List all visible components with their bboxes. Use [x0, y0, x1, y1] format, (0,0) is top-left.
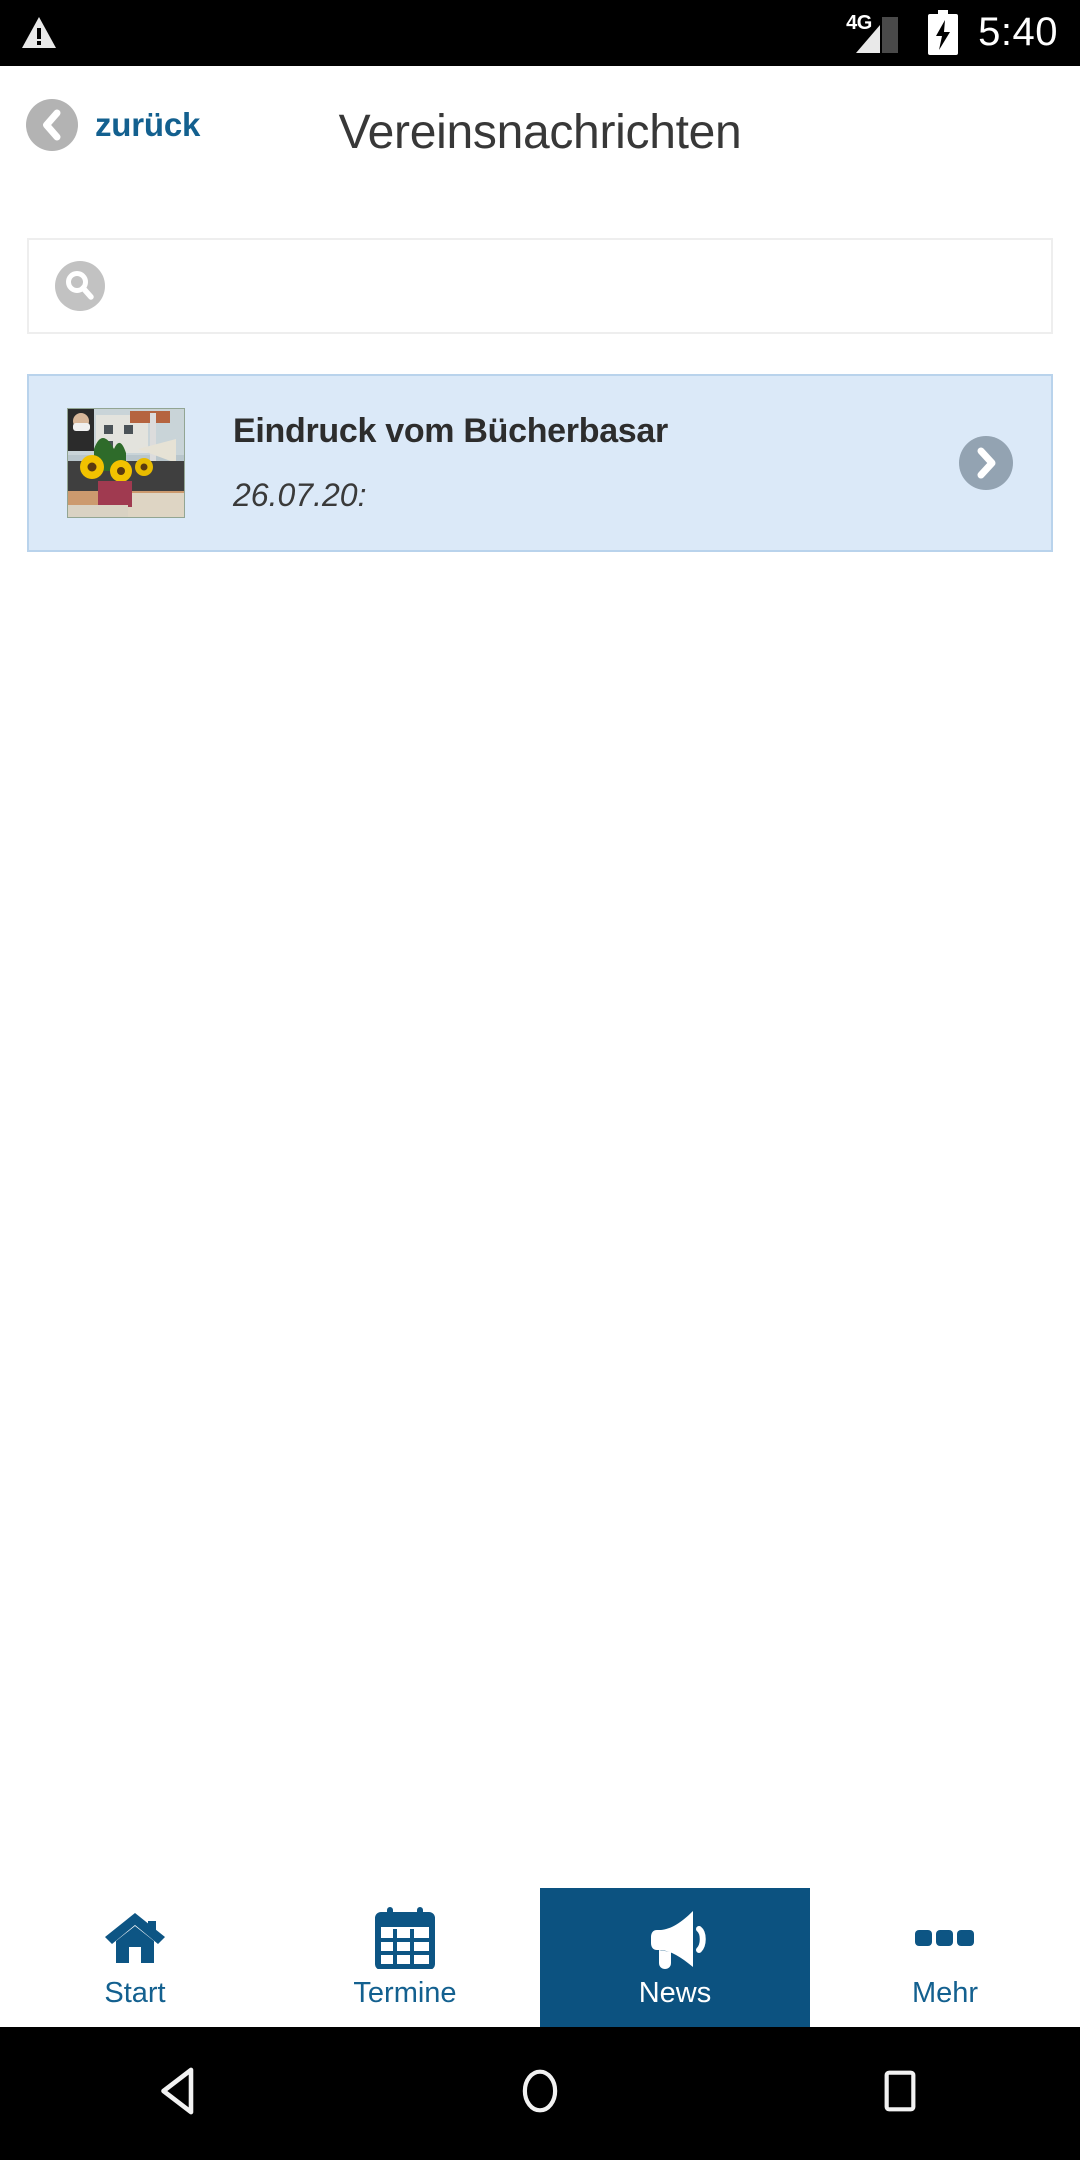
- tab-news-label: News: [638, 1977, 712, 2009]
- news-item-date: 26.07.20:: [233, 477, 367, 514]
- chevron-right-icon[interactable]: [959, 436, 1013, 490]
- news-list: Eindruck vom Bücherbasar 26.07.20:: [0, 374, 1080, 552]
- status-bar: 4G 5:40: [0, 0, 1080, 66]
- news-item-title: Eindruck vom Bücherbasar: [233, 412, 668, 451]
- news-list-item[interactable]: Eindruck vom Bücherbasar 26.07.20:: [27, 374, 1053, 552]
- battery-charging-icon: [926, 10, 960, 56]
- square-recents-icon: [880, 2069, 920, 2118]
- circle-home-icon: [519, 2067, 561, 2120]
- tab-start[interactable]: Start: [0, 1888, 270, 2027]
- tab-mehr-label: Mehr: [911, 1977, 979, 2009]
- triangle-back-icon: [158, 2066, 202, 2121]
- tab-termine-label: Termine: [353, 1977, 457, 2009]
- search-bar[interactable]: [27, 238, 1053, 334]
- tab-news[interactable]: News: [540, 1888, 810, 2027]
- android-navigation-bar: [0, 2027, 1080, 2160]
- tab-start-label: Start: [104, 1977, 166, 2009]
- back-button-label: zurück: [95, 106, 201, 143]
- status-bar-left: [20, 15, 58, 51]
- status-bar-right: 4G 5:40: [846, 10, 1058, 56]
- search-input[interactable]: [105, 240, 1051, 332]
- app-screen: 4G 5:40 Vereinsnachrichten zurück Eindru…: [0, 0, 1080, 2160]
- app-header: Vereinsnachrichten zurück: [0, 66, 1080, 204]
- calendar-icon: [375, 1907, 435, 1969]
- search-icon: [55, 261, 105, 311]
- chevron-left-icon: [26, 99, 78, 151]
- android-home-button[interactable]: [465, 2027, 615, 2160]
- status-bar-clock: 5:40: [978, 9, 1058, 54]
- android-recents-button[interactable]: [825, 2027, 975, 2160]
- megaphone-icon: [643, 1907, 707, 1969]
- tab-termine[interactable]: Termine: [270, 1888, 540, 2027]
- warning-triangle-icon: [20, 15, 58, 51]
- news-thumbnail: [67, 408, 185, 518]
- news-item-text: Eindruck vom Bücherbasar 26.07.20:: [233, 411, 959, 514]
- bottom-tab-bar: Start Termine News Mehr: [0, 1888, 1080, 2027]
- android-back-button[interactable]: [105, 2027, 255, 2160]
- more-dots-icon: [913, 1907, 977, 1969]
- back-button[interactable]: zurück: [26, 99, 200, 151]
- home-icon: [103, 1907, 167, 1969]
- tab-mehr[interactable]: Mehr: [810, 1888, 1080, 2027]
- signal-bars-icon: 4G: [846, 11, 908, 55]
